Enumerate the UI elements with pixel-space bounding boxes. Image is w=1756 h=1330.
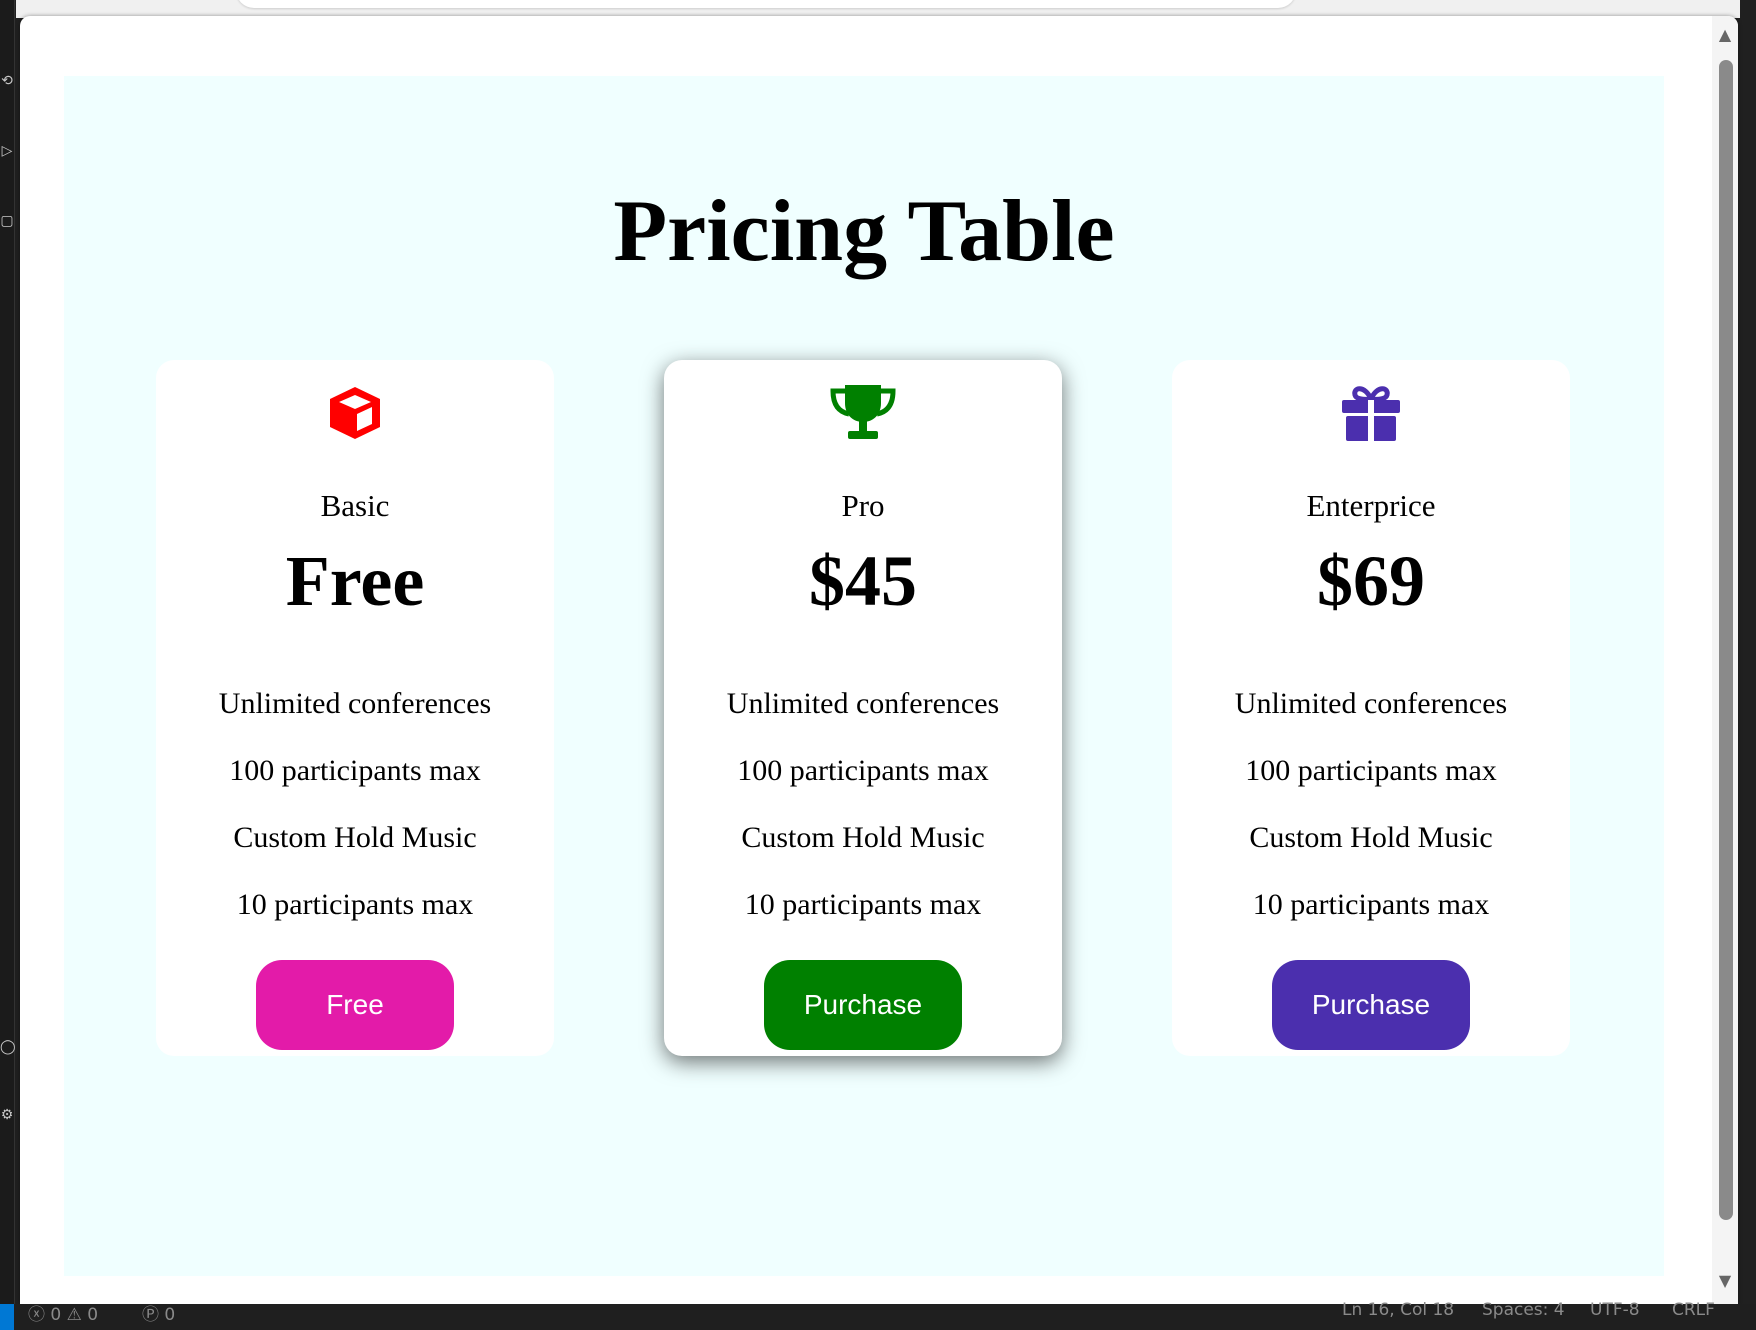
pricing-page: Pricing Table Basic Free Unlimited confe… [64,76,1664,1276]
page-title: Pricing Table [613,183,1115,280]
purchase-enterprice-button[interactable]: Purchase [1272,960,1470,1050]
feature-list: Unlimited conferences 100 participants m… [156,686,554,954]
pricing-card-enterprice: Enterprice $69 Unlimited conferences 100… [1172,360,1570,1056]
status-bar: ⓧ 0 ⚠ 0 Ⓟ 0 Ln 16, Col 18 Spaces: 4 UTF-… [0,1300,1756,1330]
vertical-scrollbar[interactable]: ▲ ▼ [1712,16,1738,1304]
account-icon[interactable]: ◯ [0,1040,16,1054]
feature-list: Unlimited conferences 100 participants m… [664,686,1062,954]
plan-price: $69 [1317,541,1425,621]
plan-price: Free [285,541,425,621]
scrollbar-thumb[interactable] [1719,60,1733,1220]
explorer-icon[interactable]: ⟲ [0,74,14,88]
remote-indicator[interactable] [0,1304,14,1330]
feature-item: Custom Hold Music [741,821,985,854]
eol-setting[interactable]: CRLF [1672,1300,1715,1320]
feature-list: Unlimited conferences 100 participants m… [1172,686,1570,954]
feature-item: 100 participants max [1245,754,1497,787]
editor-activity-bar: ⟲ ▷ ▢ ◯ ⚙ [0,0,16,1330]
feature-item: Custom Hold Music [1249,821,1493,854]
screen: ⟲ ▷ ▢ ◯ ⚙ Pricing Table Basic Free Unlim… [0,0,1756,1330]
purchase-pro-button[interactable]: Purchase [764,960,962,1050]
extensions-icon[interactable]: ▢ [0,214,14,228]
encoding-setting[interactable]: UTF-8 [1590,1300,1640,1320]
plan-price: $45 [809,541,917,621]
plan-name: Basic [320,488,390,523]
feature-item: 100 participants max [229,754,481,787]
feature-item: Custom Hold Music [233,821,477,854]
plan-name: Pro [841,488,885,523]
settings-gear-icon[interactable]: ⚙ [0,1108,14,1122]
feature-item: 10 participants max [744,888,982,921]
browser-viewport: Pricing Table Basic Free Unlimited confe… [20,16,1738,1304]
feature-item: 10 participants max [236,888,474,921]
feature-item: Unlimited conferences [726,687,1000,720]
feature-item: Unlimited conferences [218,687,492,720]
feature-item: Unlimited conferences [1234,687,1508,720]
plan-name: Enterprice [1306,488,1436,523]
address-bar[interactable] [236,0,1296,8]
feature-item: 10 participants max [1252,888,1490,921]
scroll-up-arrow-icon[interactable]: ▲ [1716,26,1734,44]
indentation-setting[interactable]: Spaces: 4 [1482,1300,1565,1320]
cube-icon [156,378,554,448]
trophy-icon [664,378,1062,448]
run-icon[interactable]: ▷ [0,144,14,158]
gift-icon [1172,378,1570,448]
scroll-down-arrow-icon[interactable]: ▼ [1716,1272,1734,1290]
pricing-card-basic: Basic Free Unlimited conferences 100 par… [156,360,554,1056]
feature-item: 100 participants max [737,754,989,787]
pricing-card-pro: Pro $45 Unlimited conferences 100 partic… [664,360,1062,1056]
ports-indicator[interactable]: Ⓟ 0 [142,1300,175,1325]
problems-indicator[interactable]: ⓧ 0 ⚠ 0 [28,1300,98,1325]
cursor-position[interactable]: Ln 16, Col 18 [1342,1300,1454,1320]
free-button[interactable]: Free [256,960,454,1050]
